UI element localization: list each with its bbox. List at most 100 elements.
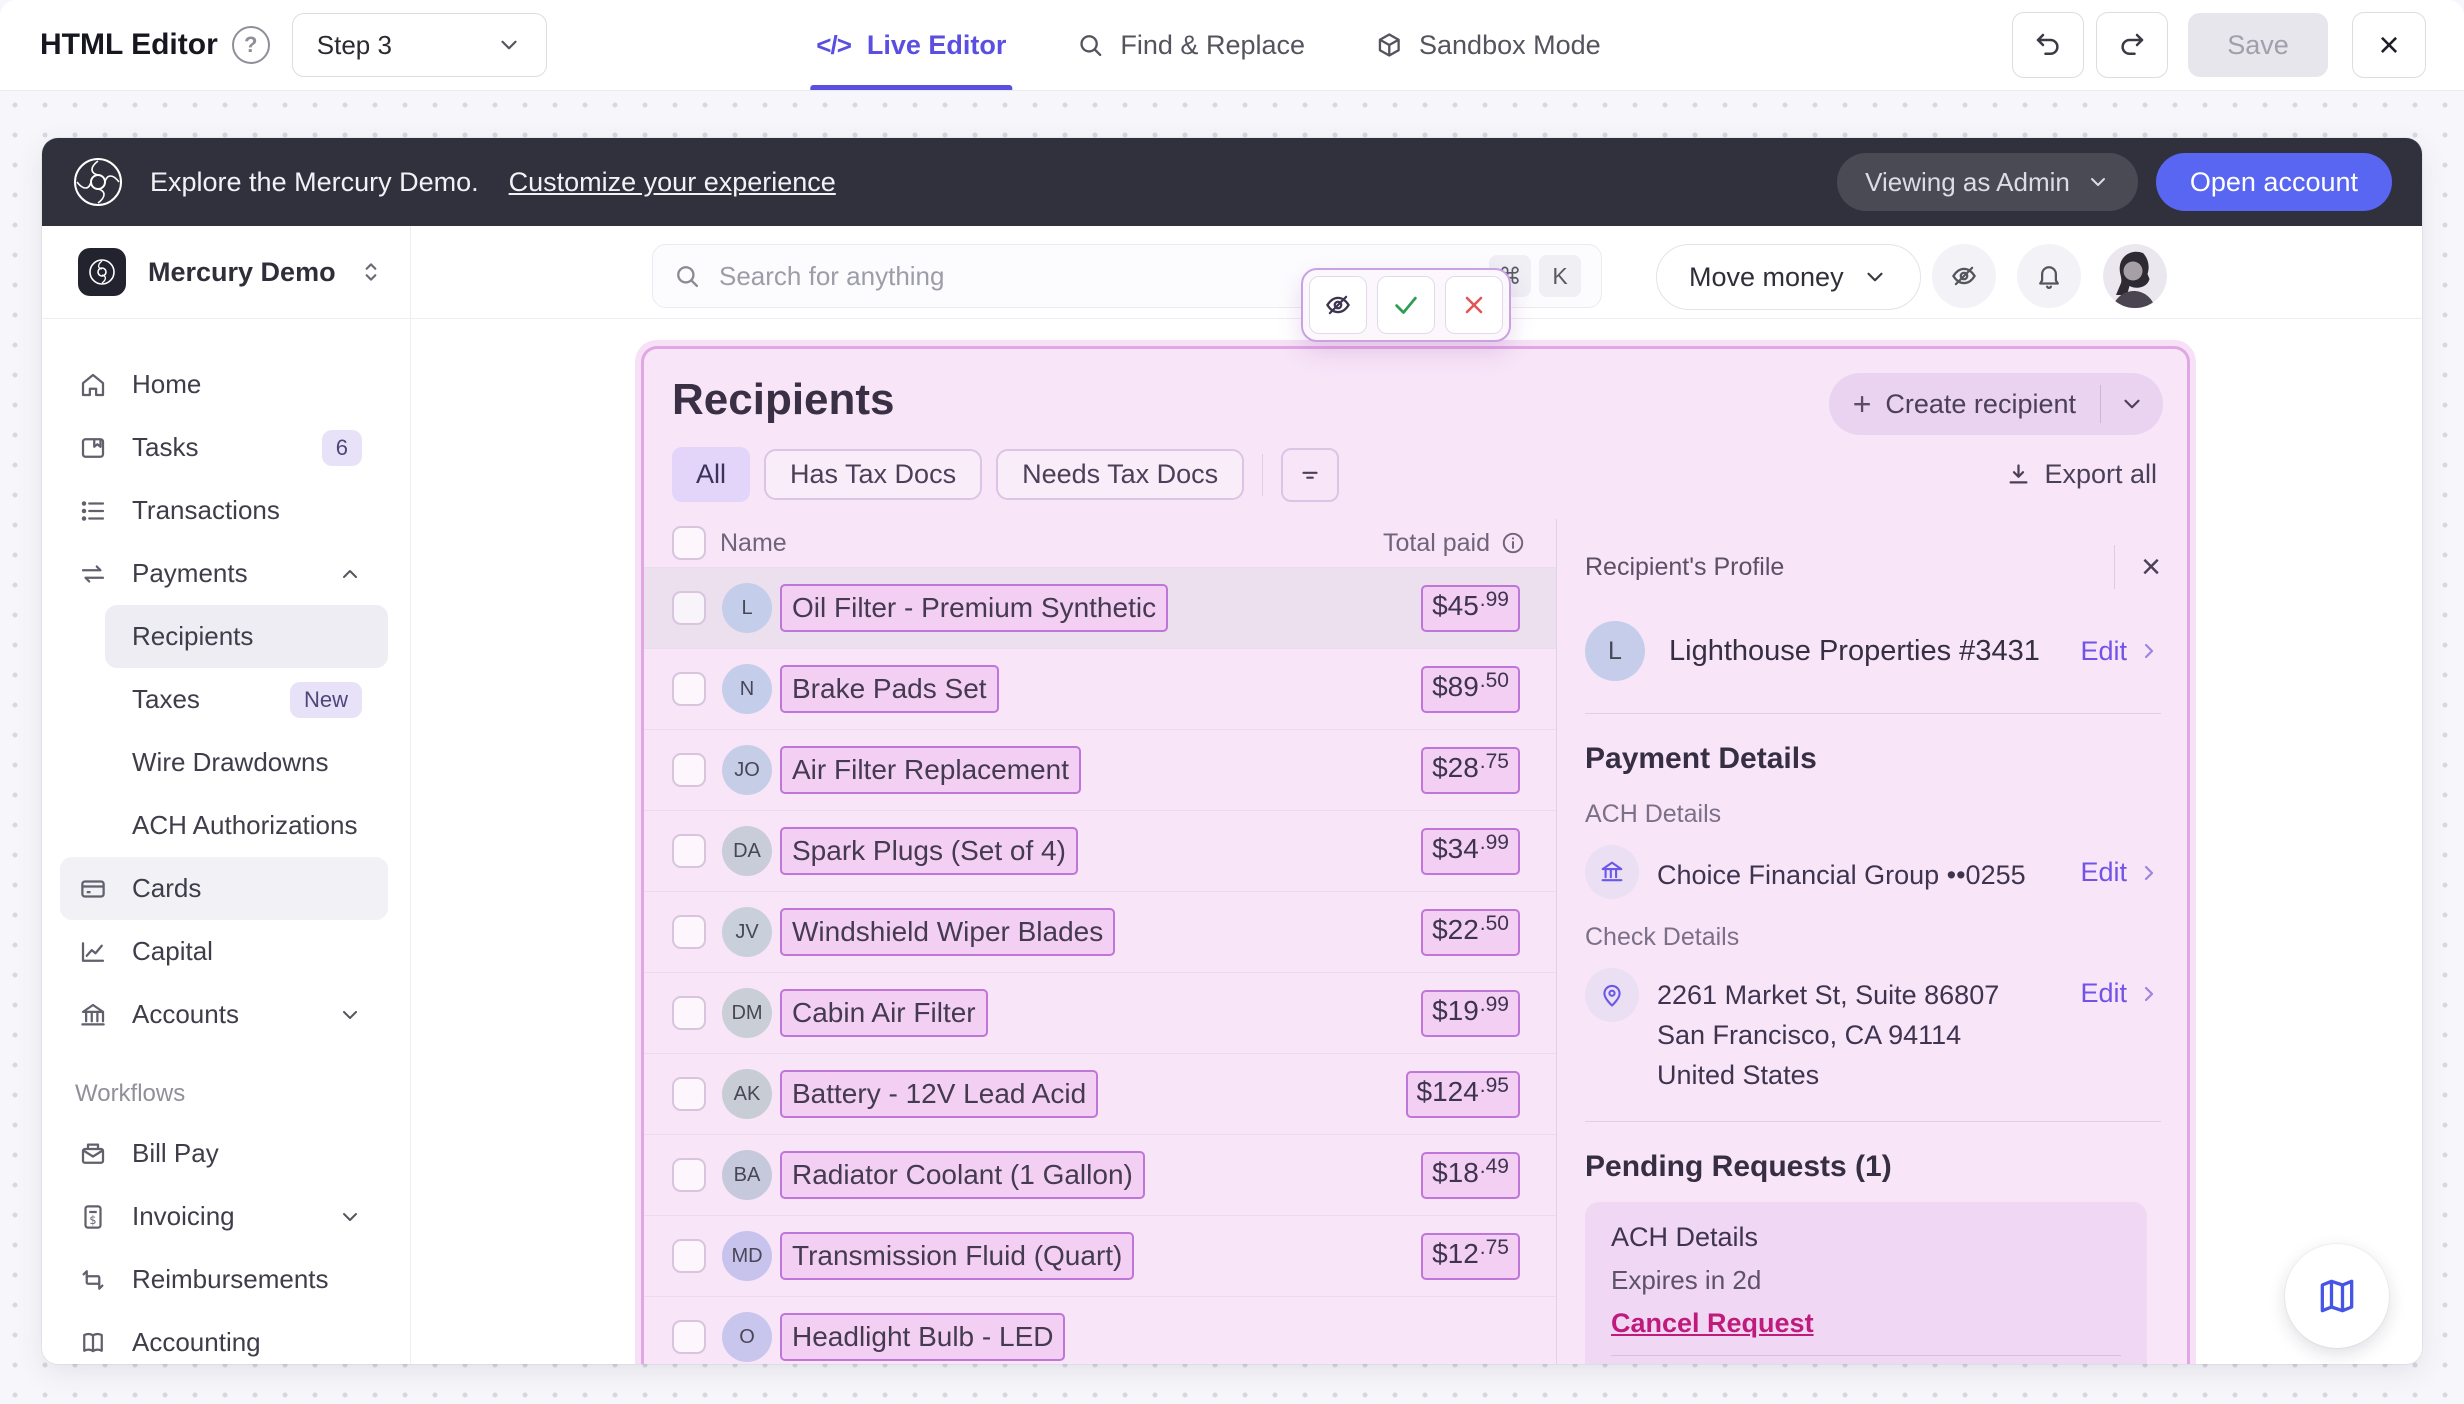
- save-button[interactable]: Save: [2188, 13, 2328, 77]
- table-row[interactable]: AK Battery - 12V Lead Acid $124.95: [644, 1053, 1556, 1134]
- recipient-total-paid-field[interactable]: $45.99: [1421, 585, 1520, 632]
- create-recipient-dropdown[interactable]: [2101, 391, 2163, 417]
- sidebar-item-bill-pay[interactable]: Bill Pay: [60, 1122, 388, 1185]
- sidebar-item-wire-drawdowns[interactable]: Wire Drawdowns: [105, 731, 388, 794]
- row-checkbox[interactable]: [672, 834, 706, 868]
- recipients-table: Name Total paid L Oil Filter - Premium S…: [644, 519, 1556, 1364]
- notifications-button[interactable]: [2017, 244, 2081, 308]
- recipient-name-field[interactable]: Oil Filter - Premium Synthetic: [780, 584, 1168, 632]
- edit-recipient-link[interactable]: Edit: [2080, 636, 2161, 667]
- recipient-total-paid-field[interactable]: $34.99: [1421, 828, 1520, 875]
- move-money-button[interactable]: Move money: [1656, 244, 1921, 310]
- select-all-checkbox[interactable]: [672, 526, 706, 560]
- recipient-total-paid-field[interactable]: $28.75: [1421, 747, 1520, 794]
- banner-text: Explore the Mercury Demo.: [150, 167, 479, 198]
- recipient-total-paid-field[interactable]: $12.75: [1421, 1233, 1520, 1280]
- sidebar-item-home[interactable]: Home: [60, 353, 388, 416]
- viewing-as-dropdown[interactable]: Viewing as Admin: [1837, 153, 2138, 211]
- row-checkbox[interactable]: [672, 1077, 706, 1111]
- recipient-initials-avatar: DM: [722, 988, 772, 1038]
- recipient-total-paid-field[interactable]: $22.50: [1421, 909, 1520, 956]
- recipient-name: Lighthouse Properties #3431: [1669, 635, 2040, 668]
- customize-experience-link[interactable]: Customize your experience: [509, 167, 836, 198]
- reject-button[interactable]: [1445, 276, 1503, 334]
- recipient-total-paid-field[interactable]: $19.99: [1421, 990, 1520, 1037]
- close-editor-button[interactable]: ×: [2352, 12, 2426, 78]
- filter-has-tax-docs[interactable]: Has Tax Docs: [764, 449, 982, 500]
- recipient-avatar: L: [1585, 621, 1645, 681]
- recipient-name-field[interactable]: Spark Plugs (Set of 4): [780, 827, 1078, 875]
- table-row[interactable]: JO Air Filter Replacement $28.75: [644, 729, 1556, 810]
- sidebar-item-capital[interactable]: Capital: [60, 920, 388, 983]
- recipient-name-field[interactable]: Transmission Fluid (Quart): [780, 1232, 1134, 1280]
- undo-button[interactable]: [2012, 12, 2084, 78]
- row-checkbox[interactable]: [672, 996, 706, 1030]
- table-row[interactable]: N Brake Pads Set $89.50: [644, 648, 1556, 729]
- sidebar-item-accounts[interactable]: Accounts: [60, 983, 388, 1046]
- sidebar-item-reimbursements[interactable]: Reimbursements: [60, 1248, 388, 1311]
- recipient-name-field[interactable]: Air Filter Replacement: [780, 746, 1081, 794]
- recipient-name-field[interactable]: Brake Pads Set: [780, 665, 999, 713]
- table-row[interactable]: L Oil Filter - Premium Synthetic $45.99: [644, 567, 1556, 648]
- table-row[interactable]: BA Radiator Coolant (1 Gallon) $18.49: [644, 1134, 1556, 1215]
- sidebar-item-invoicing[interactable]: $ Invoicing: [60, 1185, 388, 1248]
- recipient-name-field[interactable]: Battery - 12V Lead Acid: [780, 1070, 1098, 1118]
- recipient-name-field[interactable]: Cabin Air Filter: [780, 989, 988, 1037]
- tab-sandbox-mode[interactable]: Sandbox Mode: [1375, 0, 1601, 90]
- table-row[interactable]: MD Transmission Fluid (Quart) $12.75: [644, 1215, 1556, 1296]
- recipient-initials-avatar: MD: [722, 1231, 772, 1281]
- cancel-request-link[interactable]: Cancel Request: [1611, 1308, 2121, 1339]
- row-checkbox[interactable]: [672, 915, 706, 949]
- table-row[interactable]: DM Cabin Air Filter $19.99: [644, 972, 1556, 1053]
- row-checkbox[interactable]: [672, 1239, 706, 1273]
- editor-window: HTML Editor ? Step 3 </> Live Editor Fin…: [0, 0, 2464, 1404]
- recipient-name-field[interactable]: Headlight Bulb - LED: [780, 1313, 1065, 1361]
- sidebar-item-ach-authorizations[interactable]: ACH Authorizations: [105, 794, 388, 857]
- sidebar-item-recipients[interactable]: Recipients: [105, 605, 388, 668]
- recipient-total-paid-field[interactable]: $18.49: [1421, 1152, 1520, 1199]
- table-row[interactable]: DA Spark Plugs (Set of 4) $34.99: [644, 810, 1556, 891]
- redo-button[interactable]: [2096, 12, 2168, 78]
- filter-needs-tax-docs[interactable]: Needs Tax Docs: [996, 449, 1244, 500]
- edit-ach-link[interactable]: Edit: [2080, 845, 2161, 888]
- close-profile-button[interactable]: ×: [2141, 550, 2161, 584]
- sidebar-item-cards[interactable]: Cards: [60, 857, 388, 920]
- tab-find-replace[interactable]: Find & Replace: [1076, 0, 1305, 90]
- row-checkbox[interactable]: [672, 1320, 706, 1354]
- table-row[interactable]: O Headlight Bulb - LED: [644, 1296, 1556, 1364]
- filter-button[interactable]: [1281, 448, 1339, 502]
- help-icon[interactable]: ?: [232, 26, 270, 64]
- open-account-button[interactable]: Open account: [2156, 153, 2392, 211]
- sidebar-item-accounting[interactable]: Accounting: [60, 1311, 388, 1364]
- row-checkbox[interactable]: [672, 1158, 706, 1192]
- approve-button[interactable]: [1377, 276, 1435, 334]
- org-switcher[interactable]: Mercury Demo: [42, 226, 410, 319]
- sidebar-item-taxes[interactable]: Taxes New: [105, 668, 388, 731]
- export-all-button[interactable]: Export all: [2005, 459, 2157, 490]
- sidebar-item-label: ACH Authorizations: [132, 810, 357, 841]
- row-checkbox[interactable]: [672, 753, 706, 787]
- recipient-name-field[interactable]: Radiator Coolant (1 Gallon): [780, 1151, 1145, 1199]
- edit-check-link[interactable]: Edit: [2080, 968, 2161, 1009]
- user-avatar[interactable]: [2103, 244, 2167, 308]
- step-selector[interactable]: Step 3: [292, 13, 547, 77]
- sidebar-item-transactions[interactable]: Transactions: [60, 479, 388, 542]
- sidebar-item-tasks[interactable]: Tasks 6: [60, 416, 388, 479]
- tab-live-editor[interactable]: </> Live Editor: [816, 0, 1006, 90]
- create-recipient-button[interactable]: + Create recipient: [1829, 373, 2163, 435]
- recipient-name-field[interactable]: Windshield Wiper Blades: [780, 908, 1115, 956]
- sidebar-item-label: Payments: [132, 558, 248, 589]
- hide-element-button[interactable]: [1309, 276, 1367, 334]
- filter-all[interactable]: All: [672, 447, 750, 502]
- edit-label: Edit: [2080, 978, 2127, 1009]
- demo-map-button[interactable]: [2285, 1244, 2389, 1348]
- recipient-total-paid-field[interactable]: $124.95: [1406, 1071, 1521, 1118]
- sidebar-item-payments[interactable]: Payments: [60, 542, 388, 605]
- table-row[interactable]: JV Windshield Wiper Blades $22.50: [644, 891, 1556, 972]
- recipient-initials-avatar: DA: [722, 826, 772, 876]
- hide-balances-button[interactable]: [1932, 244, 1996, 308]
- row-checkbox[interactable]: [672, 591, 706, 625]
- recipient-total-paid-field[interactable]: $89.50: [1421, 666, 1520, 713]
- location-pin-icon: [1585, 968, 1639, 1022]
- row-checkbox[interactable]: [672, 672, 706, 706]
